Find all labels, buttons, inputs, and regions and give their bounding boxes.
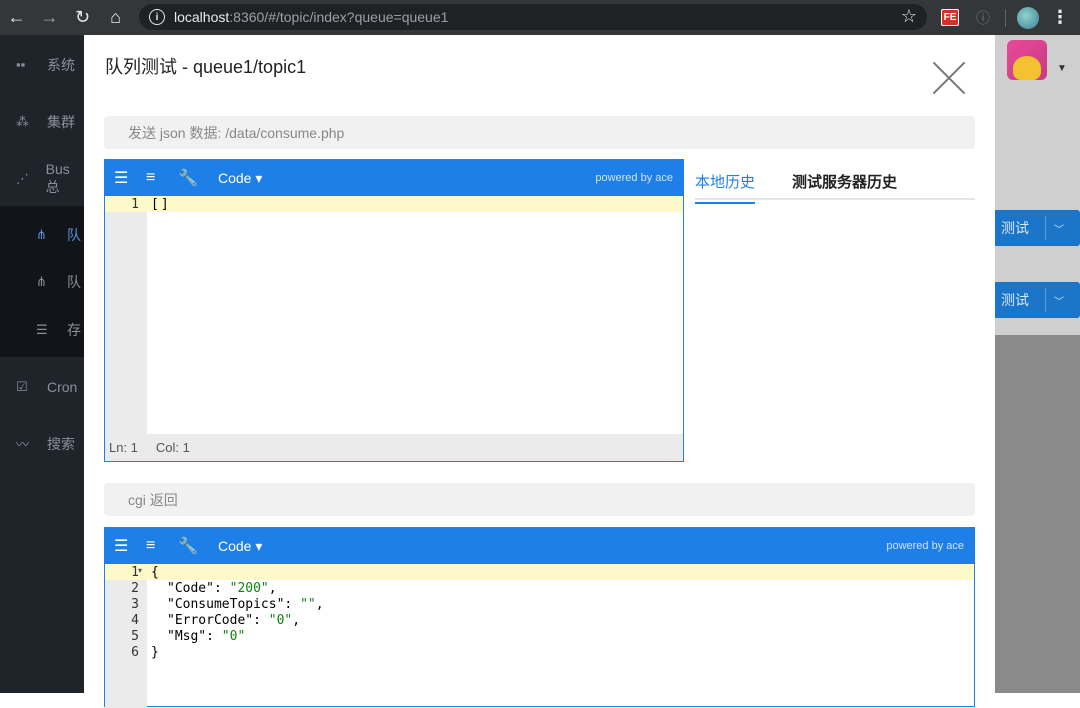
site-info-icon[interactable]: i	[149, 9, 165, 25]
compact-icon[interactable]: ≡	[146, 169, 178, 187]
profile-avatar-icon[interactable]	[1016, 0, 1040, 35]
line-number: 5	[131, 629, 139, 644]
search-icon: 〰	[16, 437, 30, 452]
powered-by-ace: powered by ace	[595, 172, 673, 184]
chevron-down-icon[interactable]: ﹀	[1054, 221, 1064, 236]
format-icon[interactable]: ☰	[114, 168, 146, 188]
cgi-return-bar: cgi 返回	[104, 483, 975, 516]
editor-toolbar: ☰ ≡ 🔧 Code ▾ powered by ace	[105, 160, 683, 196]
sidebar-item-system[interactable]: ▪▪ 系统	[0, 36, 84, 93]
sidebar-item-cron[interactable]: ☑ Cron	[0, 358, 84, 415]
wrench-icon[interactable]: 🔧	[178, 536, 210, 556]
format-icon[interactable]: ☰	[114, 536, 146, 556]
response-json-editor[interactable]: ☰ ≡ 🔧 Code ▾ powered by ace 1 2 3 4 5 6 …	[104, 527, 975, 708]
line-number: 1	[131, 565, 139, 580]
json-line: "Code": "200",	[167, 581, 277, 596]
sidebar: ▪▪ 系统 ⁂ 集群 ⋰ Bus 总 ⋔ 队 ⋔ 队 ☰ 存 ☑ Cron 〰搜索	[0, 35, 84, 693]
line-number: 2	[131, 581, 139, 596]
bus-icon: ⋰	[16, 170, 29, 186]
extension-info-icon[interactable]: ⓘ	[974, 0, 992, 35]
sidebar-item-search[interactable]: 〰搜索	[0, 415, 84, 472]
cursor-column: Col: 1	[155, 440, 190, 455]
toolbar-separator	[1004, 0, 1006, 35]
test-button[interactable]: 测试 ﹀	[995, 282, 1080, 318]
database-icon: ☰	[36, 322, 48, 337]
reload-icon[interactable]: ↻	[66, 0, 99, 35]
calendar-icon: ☑	[16, 378, 28, 394]
queue-icon: ⋔	[36, 273, 47, 289]
json-line: "Msg": "0"	[167, 629, 246, 644]
line-number: 1	[131, 197, 139, 212]
mode-dropdown[interactable]: Code ▾	[218, 170, 262, 187]
queue-test-modal: 队列测试 - queue1/topic1 发送 json 数据: /data/c…	[84, 35, 995, 708]
chevron-down-icon[interactable]: ▼	[1057, 63, 1067, 74]
close-icon[interactable]	[932, 61, 966, 95]
queue-icon: ⋔	[36, 226, 47, 242]
browser-menu-icon[interactable]: ⋮	[1050, 0, 1070, 35]
test-button[interactable]: 测试 ﹀	[995, 210, 1080, 246]
line-number: 3	[131, 597, 139, 612]
line-number: 4	[131, 613, 139, 628]
compact-icon[interactable]: ≡	[146, 537, 178, 555]
sidebar-item-cluster[interactable]: ⁂ 集群	[0, 93, 84, 150]
editor-content[interactable]: []	[151, 197, 171, 213]
history-tabs: 本地历史 测试服务器历史	[695, 165, 975, 204]
tab-local-history[interactable]: 本地历史	[695, 171, 756, 204]
bookmark-star-icon[interactable]: ☆	[901, 6, 917, 27]
json-close-brace: }	[151, 645, 159, 660]
back-icon[interactable]: ←	[0, 0, 33, 35]
json-line: "ErrorCode": "0",	[167, 613, 301, 628]
cluster-icon: ⁂	[16, 113, 29, 129]
line-number: 6	[131, 645, 139, 660]
send-url-bar: 发送 json 数据: /data/consume.php	[104, 116, 975, 149]
chevron-down-icon[interactable]: ﹀	[1054, 293, 1064, 308]
powered-by-ace: powered by ace	[886, 540, 964, 552]
tab-server-history[interactable]: 测试服务器历史	[792, 171, 897, 192]
forward-icon[interactable]: →	[33, 0, 66, 35]
cursor-line: Ln: 1	[109, 440, 138, 455]
user-avatar[interactable]	[1007, 40, 1047, 80]
mode-dropdown[interactable]: Code ▾	[218, 538, 262, 555]
active-line-highlight	[105, 196, 683, 212]
editor-status-bar: Ln: 1 Col: 1	[105, 434, 683, 461]
editor-gutter	[105, 196, 147, 436]
sidebar-item-storage[interactable]: ☰ 存	[0, 303, 84, 357]
wrench-icon[interactable]: 🔧	[178, 168, 210, 188]
sidebar-item-queue-2[interactable]: ⋔ 队	[0, 253, 84, 310]
request-json-editor[interactable]: ☰ ≡ 🔧 Code ▾ powered by ace 1 [] Ln: 1 C…	[104, 159, 684, 462]
grid-icon: ▪▪	[16, 57, 26, 72]
active-line-highlight	[105, 564, 974, 580]
home-icon[interactable]: ⌂	[99, 0, 132, 35]
url-text[interactable]: localhost:8360/#/topic/index?queue=queue…	[174, 9, 448, 25]
sidebar-item-bus[interactable]: ⋰ Bus 总	[0, 150, 84, 207]
address-bar[interactable]: i localhost:8360/#/topic/index?queue=que…	[139, 4, 927, 30]
json-open-brace: {	[151, 565, 159, 580]
editor-toolbar: ☰ ≡ 🔧 Code ▾ powered by ace	[105, 528, 974, 564]
json-line: "ConsumeTopics": "",	[167, 597, 324, 612]
modal-title: 队列测试 - queue1/topic1	[105, 57, 307, 77]
fold-arrow-icon[interactable]: ▾	[138, 566, 142, 575]
fe-extension-icon[interactable]: FE	[940, 0, 960, 35]
